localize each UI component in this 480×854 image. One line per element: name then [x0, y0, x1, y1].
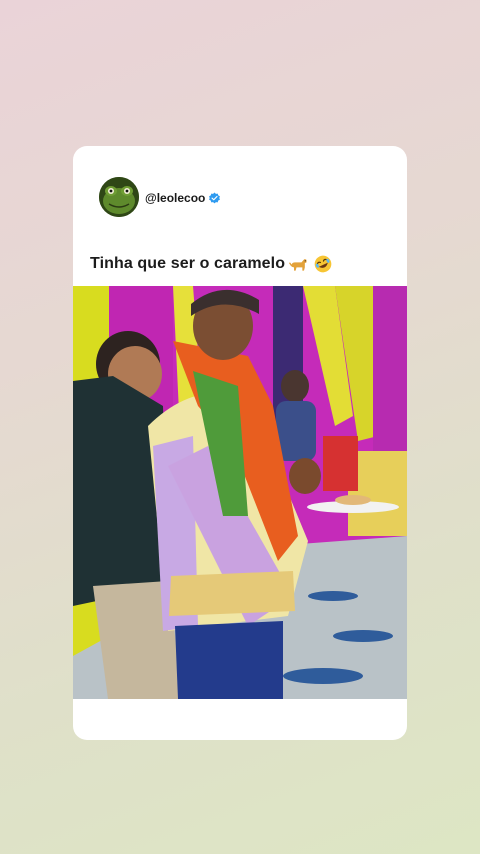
- caption-text: Tinha que ser o caramelo: [90, 255, 286, 272]
- post-card: @leolecoo Tinha que ser o caramelo: [73, 146, 407, 740]
- video-frame-image: [73, 286, 407, 699]
- avatar[interactable]: [99, 177, 139, 217]
- frog-avatar-icon: [99, 177, 139, 217]
- rofl-emoji-icon: [314, 255, 332, 273]
- username[interactable]: @leolecoo: [145, 191, 205, 205]
- verified-badge-icon: [209, 192, 221, 203]
- caption-row: Tinha que ser o caramelo: [90, 254, 333, 274]
- dog-emoji-icon: [289, 259, 307, 271]
- author-row: @leolecoo: [145, 191, 221, 205]
- post-video[interactable]: [73, 286, 407, 699]
